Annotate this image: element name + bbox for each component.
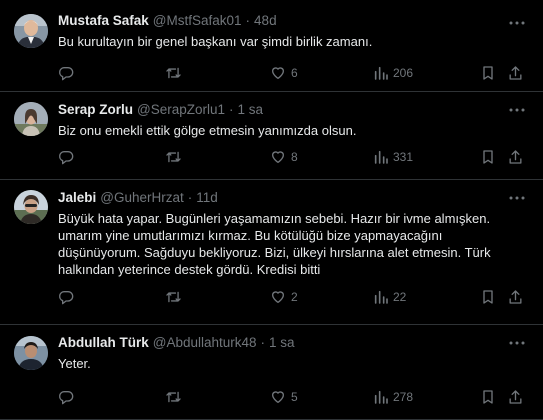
like-count: 2 (291, 290, 298, 304)
author-name[interactable]: Serap Zorlu (58, 101, 133, 119)
share-icon (508, 149, 523, 165)
retweet-button[interactable] (165, 288, 182, 306)
separator-dot: · (245, 13, 251, 28)
reply-button[interactable] (58, 148, 74, 166)
bookmark-icon (481, 149, 495, 165)
bookmark-button[interactable] (481, 388, 495, 406)
share-icon (508, 65, 523, 81)
avatar[interactable] (14, 102, 48, 136)
heart-icon (270, 149, 286, 165)
reply-icon (58, 149, 74, 165)
views-button[interactable]: 22 (374, 288, 406, 306)
bookmark-icon (481, 389, 495, 405)
reply-icon (58, 289, 74, 305)
view-count: 278 (393, 390, 414, 404)
author-handle[interactable]: @MstfSafak01 (153, 12, 242, 30)
like-button[interactable]: 8 (270, 148, 298, 166)
tweet-feed: Mustafa Safak @MstfSafak01 · 48d Bu kuru… (0, 0, 543, 420)
tweet-text: Biz onu emekli ettik gölge etmesin yanım… (58, 123, 357, 138)
retweet-icon (165, 149, 182, 165)
views-icon (374, 149, 388, 165)
bookmark-button[interactable] (481, 288, 495, 306)
views-button[interactable]: 331 (374, 148, 413, 166)
retweet-icon (165, 289, 182, 305)
reply-button[interactable] (58, 388, 74, 406)
avatar[interactable] (14, 190, 48, 224)
share-button[interactable] (508, 288, 523, 306)
retweet-button[interactable] (165, 64, 182, 82)
like-count: 6 (291, 66, 298, 80)
tweet[interactable]: Serap Zorlu @SerapZorlu1 · 1 sa Biz onu … (0, 92, 543, 180)
bookmark-button[interactable] (481, 64, 495, 82)
like-count: 5 (291, 390, 298, 404)
tweet[interactable]: Jalebi @GuherHrzat · 11d Büyük hata yapa… (0, 180, 543, 325)
tweet-text: Bu kurultayın bir genel başkanı var şimd… (58, 34, 373, 49)
author-handle[interactable]: @SerapZorlu1 (137, 101, 225, 119)
tweet[interactable]: Mustafa Safak @MstfSafak01 · 48d Bu kuru… (0, 0, 543, 92)
like-button[interactable]: 5 (270, 388, 298, 406)
author-handle[interactable]: @Abdullahturk48 (153, 334, 257, 352)
heart-icon (270, 65, 286, 81)
share-button[interactable] (508, 388, 523, 406)
author-name[interactable]: Mustafa Safak (58, 12, 149, 30)
timestamp[interactable]: 1 sa (269, 334, 295, 352)
view-count: 331 (393, 150, 414, 164)
tweet-text: Yeter. (58, 356, 91, 371)
tweet-actions: 8 331 (0, 148, 543, 166)
tweet-text: Büyük hata yapar. Bugünleri yaşamamızın … (58, 211, 491, 277)
tweet-actions: 5 278 (0, 388, 543, 406)
bookmark-button[interactable] (481, 148, 495, 166)
retweet-button[interactable] (165, 388, 182, 406)
retweet-icon (165, 65, 182, 81)
views-icon (374, 389, 388, 405)
like-count: 8 (291, 150, 298, 164)
author-handle[interactable]: @GuherHrzat (100, 189, 183, 207)
timestamp[interactable]: 1 sa (238, 101, 264, 119)
bookmark-icon (481, 289, 495, 305)
like-button[interactable]: 6 (270, 64, 298, 82)
retweet-icon (165, 389, 182, 405)
share-button[interactable] (508, 148, 523, 166)
more-icon[interactable] (509, 102, 525, 118)
reply-button[interactable] (58, 288, 74, 306)
reply-icon (58, 65, 74, 81)
tweet-actions: 6 206 (0, 64, 543, 82)
view-count: 22 (393, 290, 407, 304)
timestamp[interactable]: 11d (196, 189, 218, 207)
more-icon[interactable] (509, 190, 525, 206)
tweet[interactable]: Abdullah Türk @Abdullahturk48 · 1 sa Yet… (0, 325, 543, 420)
heart-icon (270, 289, 286, 305)
heart-icon (270, 389, 286, 405)
reply-icon (58, 389, 74, 405)
separator-dot: · (187, 190, 193, 205)
views-button[interactable]: 206 (374, 64, 413, 82)
separator-dot: · (260, 335, 266, 350)
share-icon (508, 289, 523, 305)
views-icon (374, 65, 388, 81)
bookmark-icon (481, 65, 495, 81)
author-name[interactable]: Jalebi (58, 189, 96, 207)
tweet-actions: 2 22 (0, 288, 543, 306)
like-button[interactable]: 2 (270, 288, 298, 306)
share-button[interactable] (508, 64, 523, 82)
avatar[interactable] (14, 336, 48, 370)
separator-dot: · (229, 102, 234, 117)
views-icon (374, 289, 388, 305)
author-name[interactable]: Abdullah Türk (58, 334, 149, 352)
avatar[interactable] (14, 14, 48, 48)
more-icon[interactable] (509, 335, 525, 351)
views-button[interactable]: 278 (374, 388, 413, 406)
view-count: 206 (393, 66, 414, 80)
more-icon[interactable] (509, 15, 525, 31)
retweet-button[interactable] (165, 148, 182, 166)
timestamp[interactable]: 48d (254, 12, 277, 30)
share-icon (508, 389, 523, 405)
reply-button[interactable] (58, 64, 74, 82)
